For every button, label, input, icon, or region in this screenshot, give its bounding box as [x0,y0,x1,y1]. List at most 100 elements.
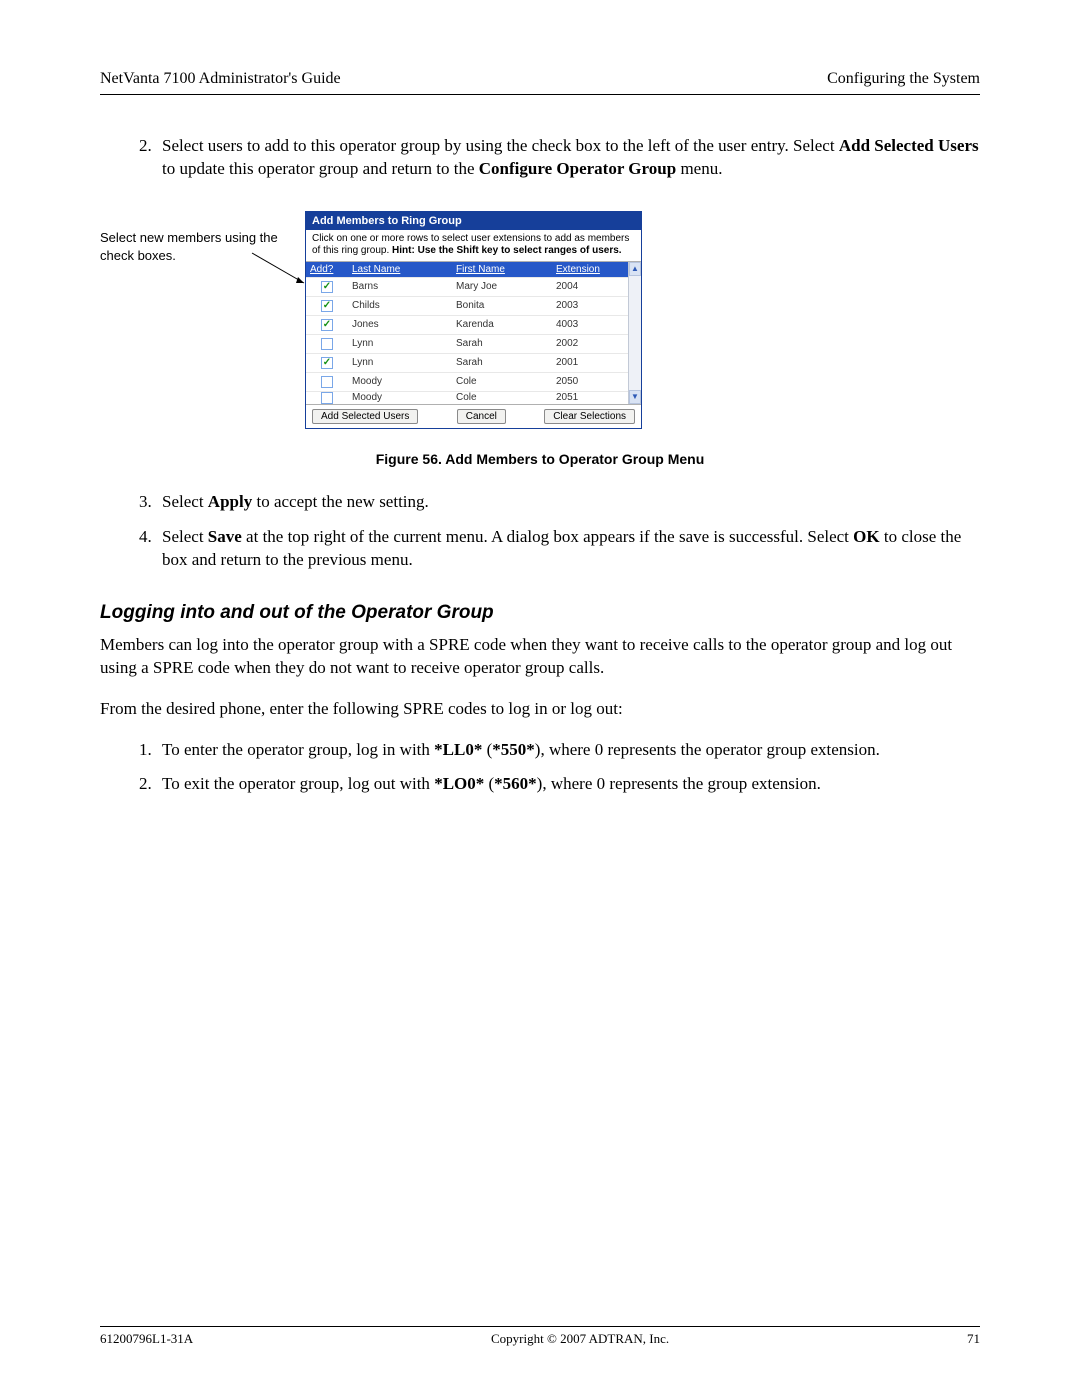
add-checkbox[interactable] [321,338,333,350]
cell-add [306,281,348,293]
header-right: Configuring the System [827,70,980,88]
cell-last-name: Lynn [348,357,452,368]
paragraph: From the desired phone, enter the follow… [100,698,980,721]
instruction-list-c: To enter the operator group, log in with… [100,739,980,797]
page-header: NetVanta 7100 Administrator's Guide Conf… [100,70,980,95]
text-bold: Save [208,527,242,546]
header-left: NetVanta 7100 Administrator's Guide [100,70,341,88]
footer-center: Copyright © 2007 ADTRAN, Inc. [491,1331,669,1347]
dialog-table: Add? Last Name First Name Extension Barn… [306,262,628,404]
cell-last-name: Childs [348,300,452,311]
col-extension[interactable]: Extension [552,262,628,277]
add-checkbox[interactable] [321,376,333,388]
page-footer: 61200796L1-31A Copyright © 2007 ADTRAN, … [100,1326,980,1347]
instruction-list-b: Select Apply to accept the new setting. … [100,491,980,572]
table-row[interactable]: ChildsBonita2003 [306,296,628,315]
add-checkbox[interactable] [321,281,333,293]
paragraph: Members can log into the operator group … [100,634,980,680]
cell-extension: 2051 [552,392,628,403]
instruction-list-a: Select users to add to this operator gro… [100,135,980,181]
text-bold: *LO0* [434,774,484,793]
text: ( [482,740,492,759]
cell-add [306,392,348,404]
text: at the top right of the current menu. A … [242,527,853,546]
cell-last-name: Barns [348,281,452,292]
cell-last-name: Moody [348,392,452,403]
cell-add [306,300,348,312]
scroll-track[interactable] [629,276,641,390]
add-checkbox[interactable] [321,392,333,404]
cell-extension: 2002 [552,338,628,349]
add-selected-users-button[interactable]: Add Selected Users [312,409,418,424]
add-checkbox[interactable] [321,300,333,312]
text-bold: Configure Operator Group [479,159,676,178]
cell-last-name: Jones [348,319,452,330]
text: Select [162,492,208,511]
text: ( [484,774,494,793]
text-bold: OK [853,527,879,546]
text-bold: Add Selected Users [839,136,979,155]
col-first-name[interactable]: First Name [452,262,552,277]
cell-extension: 4003 [552,319,628,330]
text-bold: *560* [494,774,537,793]
dialog-title: Add Members to Ring Group [306,212,641,230]
step-2: Select users to add to this operator gro… [156,135,980,181]
text-bold: Apply [208,492,252,511]
add-checkbox[interactable] [321,319,333,331]
cell-last-name: Moody [348,376,452,387]
col-last-name[interactable]: Last Name [348,262,452,277]
cell-first-name: Sarah [452,338,552,349]
cell-first-name: Cole [452,392,552,403]
cell-extension: 2001 [552,357,628,368]
cell-first-name: Cole [452,376,552,387]
dialog-footer: Add Selected Users Cancel Clear Selectio… [306,404,641,428]
text: menu. [676,159,722,178]
table-row[interactable]: LynnSarah2002 [306,334,628,353]
step-4: Select Save at the top right of the curr… [156,526,980,572]
text: ), where 0 represents the operator group… [535,740,880,759]
figure-56-wrap: Select new members using the check boxes… [100,211,980,441]
cell-add [306,319,348,331]
table-header-row: Add? Last Name First Name Extension [306,262,628,277]
cell-first-name: Sarah [452,357,552,368]
cell-extension: 2003 [552,300,628,311]
cell-add [306,357,348,369]
add-members-dialog: Add Members to Ring Group Click on one o… [305,211,642,429]
table-row[interactable]: LynnSarah2001 [306,353,628,372]
cell-first-name: Bonita [452,300,552,311]
cell-extension: 2050 [552,376,628,387]
text-bold: Hint: Use the Shift key to select ranges… [392,245,622,256]
text: to accept the new setting. [252,492,429,511]
add-checkbox[interactable] [321,357,333,369]
text: ), where 0 represents the group extensio… [537,774,821,793]
footer-left: 61200796L1-31A [100,1331,193,1347]
spre-step-2: To exit the operator group, log out with… [156,773,980,796]
text: To exit the operator group, log out with [162,774,434,793]
table-row[interactable]: BarnsMary Joe2004 [306,277,628,296]
cell-first-name: Mary Joe [452,281,552,292]
col-add[interactable]: Add? [306,262,348,277]
text-bold: *LL0* [434,740,482,759]
dialog-hint: Click on one or more rows to select user… [306,230,641,262]
cell-add [306,376,348,388]
table-row[interactable]: MoodyCole2050 [306,372,628,391]
text: Select [162,527,208,546]
table-row[interactable]: MoodyCole2051 [306,391,628,404]
spre-step-1: To enter the operator group, log in with… [156,739,980,762]
annotation-arrow-icon [250,251,310,289]
dialog-scrollbar[interactable]: ▲ ▼ [628,262,641,404]
figure-caption: Figure 56. Add Members to Operator Group… [100,451,980,467]
cancel-button[interactable]: Cancel [457,409,506,424]
scroll-down-icon[interactable]: ▼ [629,390,641,404]
scroll-up-icon[interactable]: ▲ [629,262,641,276]
footer-right: 71 [967,1331,980,1347]
cell-last-name: Lynn [348,338,452,349]
cell-add [306,338,348,350]
text: to update this operator group and return… [162,159,479,178]
table-row[interactable]: JonesKarenda4003 [306,315,628,334]
clear-selections-button[interactable]: Clear Selections [544,409,635,424]
section-heading: Logging into and out of the Operator Gro… [100,602,980,624]
cell-first-name: Karenda [452,319,552,330]
cell-extension: 2004 [552,281,628,292]
text: To enter the operator group, log in with [162,740,434,759]
